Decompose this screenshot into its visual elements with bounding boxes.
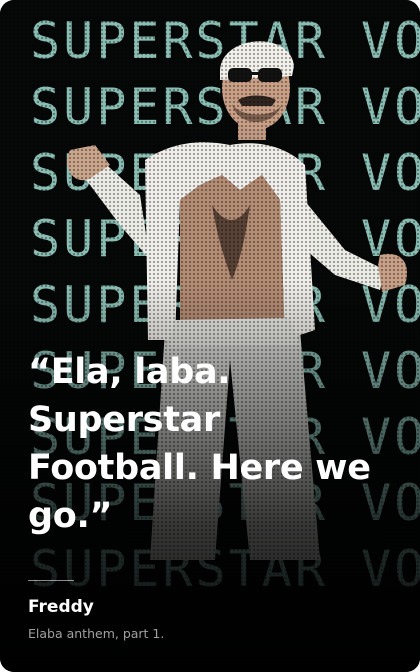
- quote-text: “Ela, laba. Superstar Football. Here we …: [28, 352, 371, 536]
- quote-author: Freddy: [28, 597, 94, 617]
- quote-source: Elaba anthem, part 1.: [28, 626, 165, 641]
- divider-line: [28, 580, 74, 581]
- dark-gradient-overlay: [0, 0, 420, 672]
- quote-card: SUPERSTAR VOETBALSUPERSTAR VOETBALSUPERS…: [0, 0, 420, 672]
